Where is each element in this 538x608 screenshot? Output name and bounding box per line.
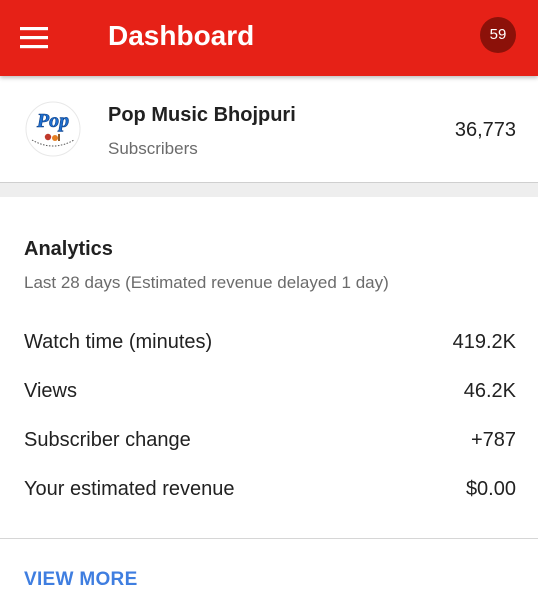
divider bbox=[0, 538, 538, 539]
analytics-title: Analytics bbox=[24, 238, 113, 260]
menu-button[interactable] bbox=[20, 22, 56, 54]
metric-row-subscriber-change: Subscriber change +787 bbox=[24, 425, 516, 455]
view-more-button[interactable]: VIEW MORE bbox=[24, 567, 138, 593]
notification-count-badge[interactable]: 59 bbox=[480, 17, 516, 53]
metric-value: 419.2K bbox=[452, 330, 516, 353]
analytics-subtitle: Last 28 days (Estimated revenue delayed … bbox=[24, 273, 389, 292]
metric-row-watch-time: Watch time (minutes) 419.2K bbox=[24, 327, 516, 357]
subscribers-label: Subscribers bbox=[108, 139, 198, 158]
metric-label: Your estimated revenue bbox=[24, 477, 235, 500]
subscriber-count: 36,773 bbox=[454, 119, 516, 141]
metric-label: Views bbox=[24, 379, 77, 402]
app-bar: Dashboard 59 bbox=[0, 0, 538, 76]
svg-text:Pop: Pop bbox=[36, 110, 69, 132]
channel-name: Pop Music Bhojpuri bbox=[108, 104, 296, 126]
page-title: Dashboard bbox=[108, 20, 255, 51]
metric-value: 46.2K bbox=[463, 379, 516, 402]
channel-logo-image: Pop bbox=[24, 100, 82, 158]
metric-label: Subscriber change bbox=[24, 428, 191, 451]
section-separator bbox=[0, 183, 538, 197]
analytics-card: Analytics Last 28 days (Estimated revenu… bbox=[0, 197, 538, 608]
metric-value: $0.00 bbox=[465, 477, 516, 500]
channel-card[interactable]: Pop Pop Music Bhojpuri Subscribers 36,77… bbox=[0, 76, 538, 183]
metric-row-views: Views 46.2K bbox=[24, 376, 516, 406]
metric-row-estimated-revenue: Your estimated revenue $0.00 bbox=[24, 474, 516, 504]
hamburger-menu-icon bbox=[20, 27, 48, 49]
channel-avatar: Pop bbox=[24, 100, 82, 158]
metric-label: Watch time (minutes) bbox=[24, 330, 213, 353]
metric-value: +787 bbox=[470, 428, 516, 451]
